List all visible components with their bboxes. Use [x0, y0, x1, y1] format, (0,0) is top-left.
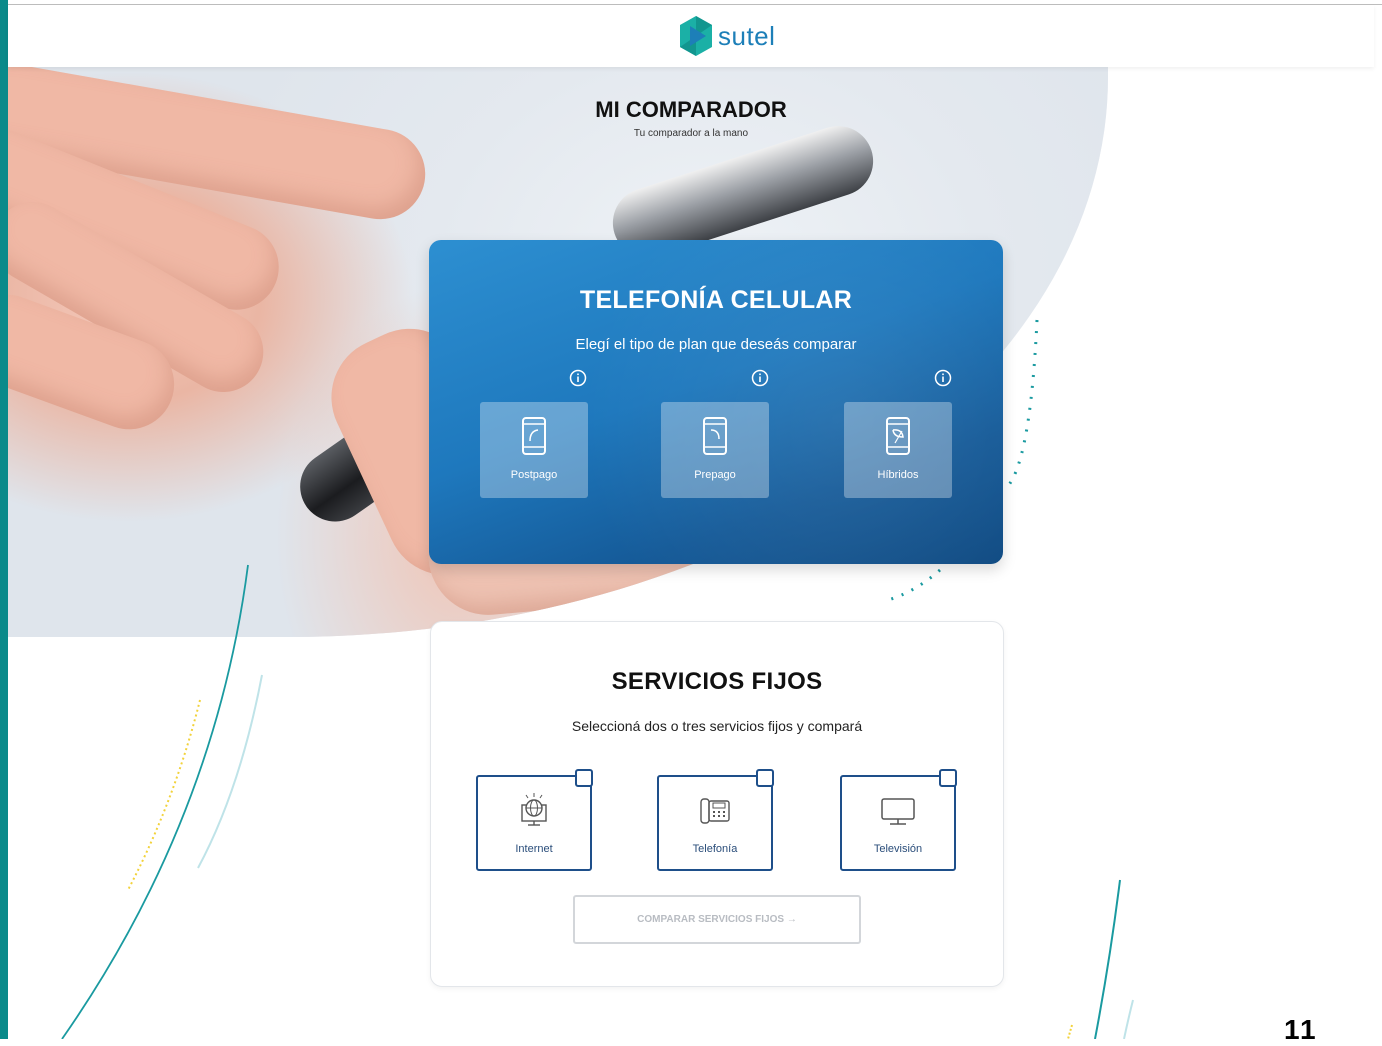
page-subtitle: Tu comparador a la mano — [633, 128, 749, 139]
monitor-icon — [881, 798, 915, 825]
service-label: Telefonía — [692, 843, 738, 855]
service-label: Internet — [515, 843, 553, 855]
sutel-logo[interactable]: sutel — [676, 13, 775, 59]
celular-title: TELEFONÍA CELULAR — [579, 286, 853, 314]
fijos-subtitle: Seleccioná dos o tres servicios fijos y … — [571, 718, 863, 734]
servicios-fijos-panel: SERVICIOS FIJOS Seleccioná dos o tres se… — [430, 621, 1004, 987]
plan-hibridos-button[interactable]: Híbridos — [844, 402, 952, 498]
plan-label: Postpago — [510, 469, 558, 481]
page-title: MI COMPARADOR — [595, 97, 787, 122]
service-checkbox[interactable] — [756, 769, 774, 787]
globe-computer-icon — [521, 793, 547, 826]
compare-fijos-button[interactable]: COMPARAR SERVICIOS FIJOS → — [573, 895, 861, 944]
header: sutel — [8, 5, 1374, 67]
celular-subtitle: Elegí el tipo de plan que deseás compara… — [575, 336, 857, 353]
info-icon[interactable] — [751, 369, 769, 387]
fijos-title: SERVICIOS FIJOS — [611, 668, 823, 695]
service-checkbox[interactable] — [939, 769, 957, 787]
telefonia-celular-panel: TELEFONÍA CELULAR Elegí el tipo de plan … — [429, 240, 1003, 564]
logo-text: sutel — [718, 20, 776, 51]
phone-postpago-icon — [522, 417, 546, 455]
plan-postpago-button[interactable]: Postpago — [480, 402, 588, 498]
sutel-logo-icon — [680, 16, 712, 56]
phone-hibridos-icon — [886, 417, 910, 455]
service-telefonia-card[interactable]: Telefonía — [657, 769, 774, 871]
plan-label: Híbridos — [877, 469, 919, 481]
info-icon[interactable] — [934, 369, 952, 387]
plan-prepago-button[interactable]: Prepago — [661, 402, 769, 498]
left-accent-strip — [0, 0, 8, 1039]
plan-label: Prepago — [694, 469, 736, 481]
service-label: Televisión — [873, 843, 923, 855]
service-checkbox[interactable] — [575, 769, 593, 787]
page-number: 11 — [1284, 1014, 1318, 1045]
phone-prepago-icon — [703, 417, 727, 455]
info-icon[interactable] — [569, 369, 587, 387]
service-television-card[interactable]: Televisión — [840, 769, 957, 871]
service-internet-card[interactable]: Internet — [476, 769, 593, 871]
desk-phone-icon — [700, 798, 730, 824]
